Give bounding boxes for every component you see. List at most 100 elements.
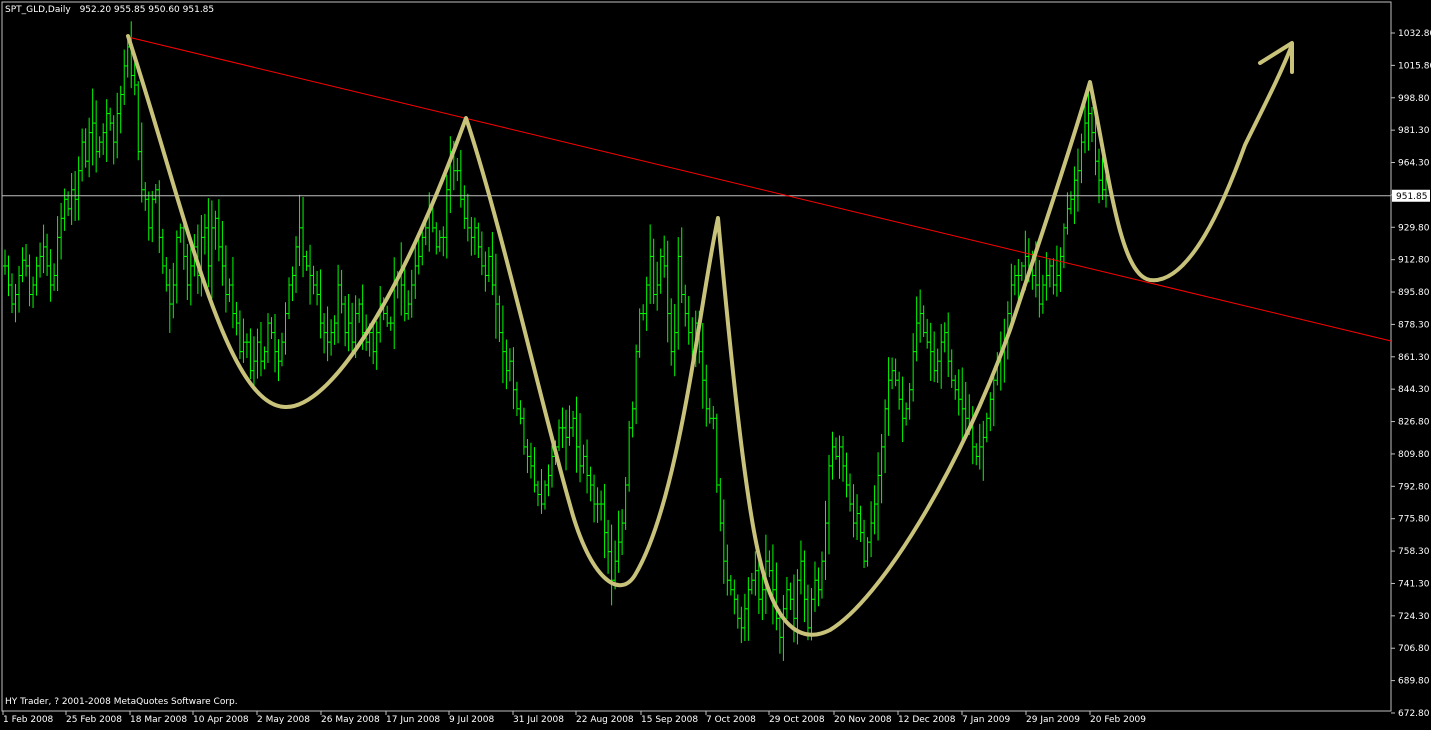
plot-frame [1,1,1392,712]
ohlc-bar [441,226,446,257]
ohlc-bar [784,576,789,620]
ohlc-bar [1058,247,1063,292]
ohlc-bar [988,392,993,432]
x-tick-label: 9 Jul 2008 [449,715,494,725]
ohlc-bar [357,298,362,323]
x-axis: 1 Feb 2008 25 Feb 2008 18 Mar 2008 10 Apr 2… [2,711,1146,725]
ohlc-bar [679,227,684,304]
ohlc-bar [525,438,530,474]
ohlc-bar [630,401,635,438]
ohlc-bar [157,180,162,254]
ohlc-bar [942,322,947,353]
current-price-label: 951.85 [1396,192,1428,202]
ohlc-bar [350,302,355,354]
ohlc-bar [483,251,488,292]
ohlc-bar [606,519,611,574]
ohlc-bar [781,594,786,661]
ohlc-bar [977,423,982,470]
ohlc-bar [672,303,677,377]
y-tick-label: 1032.80 [1398,29,1431,39]
ohlc-bar [3,249,7,275]
ohlc-bar [297,194,302,267]
ohlc-bar [497,295,502,343]
ohlc-bar [104,99,109,162]
y-tick-label: 775.80 [1398,515,1430,525]
ohlc-bar [1072,166,1077,225]
ohlc-bar [900,376,905,443]
ohlc-bar [76,156,81,221]
ohlc-bar [564,409,569,471]
ohlc-bar [343,296,348,347]
ohlc-bar [539,469,544,514]
ohlc-bar [571,410,576,437]
ohlc-bar [108,107,113,131]
y-tick-label: 998.80 [1398,94,1430,104]
ohlc-bar [812,561,817,612]
ohlc-bar [24,244,29,277]
hand-drawn-pattern [126,34,1294,637]
x-tick-label: 7 Jan 2009 [962,715,1010,725]
ohlc-bar [848,473,853,512]
ohlc-bar [721,499,726,584]
x-tick-label: 17 Jun 2008 [386,715,440,725]
x-tick-label: 1 Feb 2008 [3,715,54,725]
ohlc-bar [265,313,270,363]
y-tick-label: 689.80 [1398,677,1430,687]
ohlc-bar [1054,245,1059,297]
y-tick-label: 792.80 [1398,482,1430,492]
ohlc-bar [609,524,614,606]
ohlc-bar [164,256,169,292]
chart: 1032.801015.80998.80981.30964.30947.3092… [0,0,1431,726]
ohlc-bar [760,575,765,621]
ohlc-bar [10,273,15,314]
ohlc-bar [714,413,719,493]
ohlc-bar [458,149,463,208]
ohlc-bar [48,249,53,302]
x-tick-label: 26 May 2008 [321,715,380,725]
ohlc-bar [651,238,656,304]
ohlc-bar [444,174,449,259]
ohlc-bar [1079,133,1084,184]
ohlc-bar [876,452,881,541]
ohlc-bar [178,223,183,243]
ohlc-bar [406,290,411,320]
ohlc-bar [55,216,60,292]
ohlc-bar [956,369,961,416]
ohlc-bar [767,550,772,578]
y-tick-label: 724.30 [1398,612,1430,622]
ohlc-bar [511,347,516,410]
ohlc-bar [94,100,99,173]
ohlc-bar [90,88,95,166]
ohlc-bar [746,577,751,641]
ohlc-bar [886,357,891,436]
ohlc-bar [13,283,18,323]
ohlc-bar [528,442,533,479]
y-tick-label: 981.30 [1398,126,1430,136]
ohlc-bar [928,322,933,381]
ohlc-label: 952.20 955.85 950.60 951.85 [80,5,215,15]
ohlc-bar [223,245,228,313]
ohlc-bar [592,474,597,523]
ohlc-bar [385,305,390,327]
ohlc-bar [504,339,509,390]
ohlc-bar [371,323,376,365]
ohlc-bar [115,92,120,159]
ohlc-bar [774,562,779,631]
ohlc-bar [865,537,870,567]
ohlc-bar [392,257,397,350]
ohlc-bar [911,333,916,402]
ohlc-bar [658,248,663,294]
ohlc-bar [255,328,260,379]
ohlc-bar [101,123,106,155]
ohlc-bar [648,224,653,304]
ohlc-bar [31,276,36,308]
ohlc-bar [174,230,179,304]
ohlc-bar [914,296,919,362]
ohlc-bar [655,261,660,311]
ohlc-bar [251,336,256,391]
ohlc-bar [883,399,888,474]
ohlc-bar [122,49,127,106]
copyright-label: HY Trader, ? 2001-2008 MetaQuotes Softwa… [5,697,238,707]
ohlc-bar [185,243,190,301]
y-tick-label: 1015.80 [1398,61,1431,71]
